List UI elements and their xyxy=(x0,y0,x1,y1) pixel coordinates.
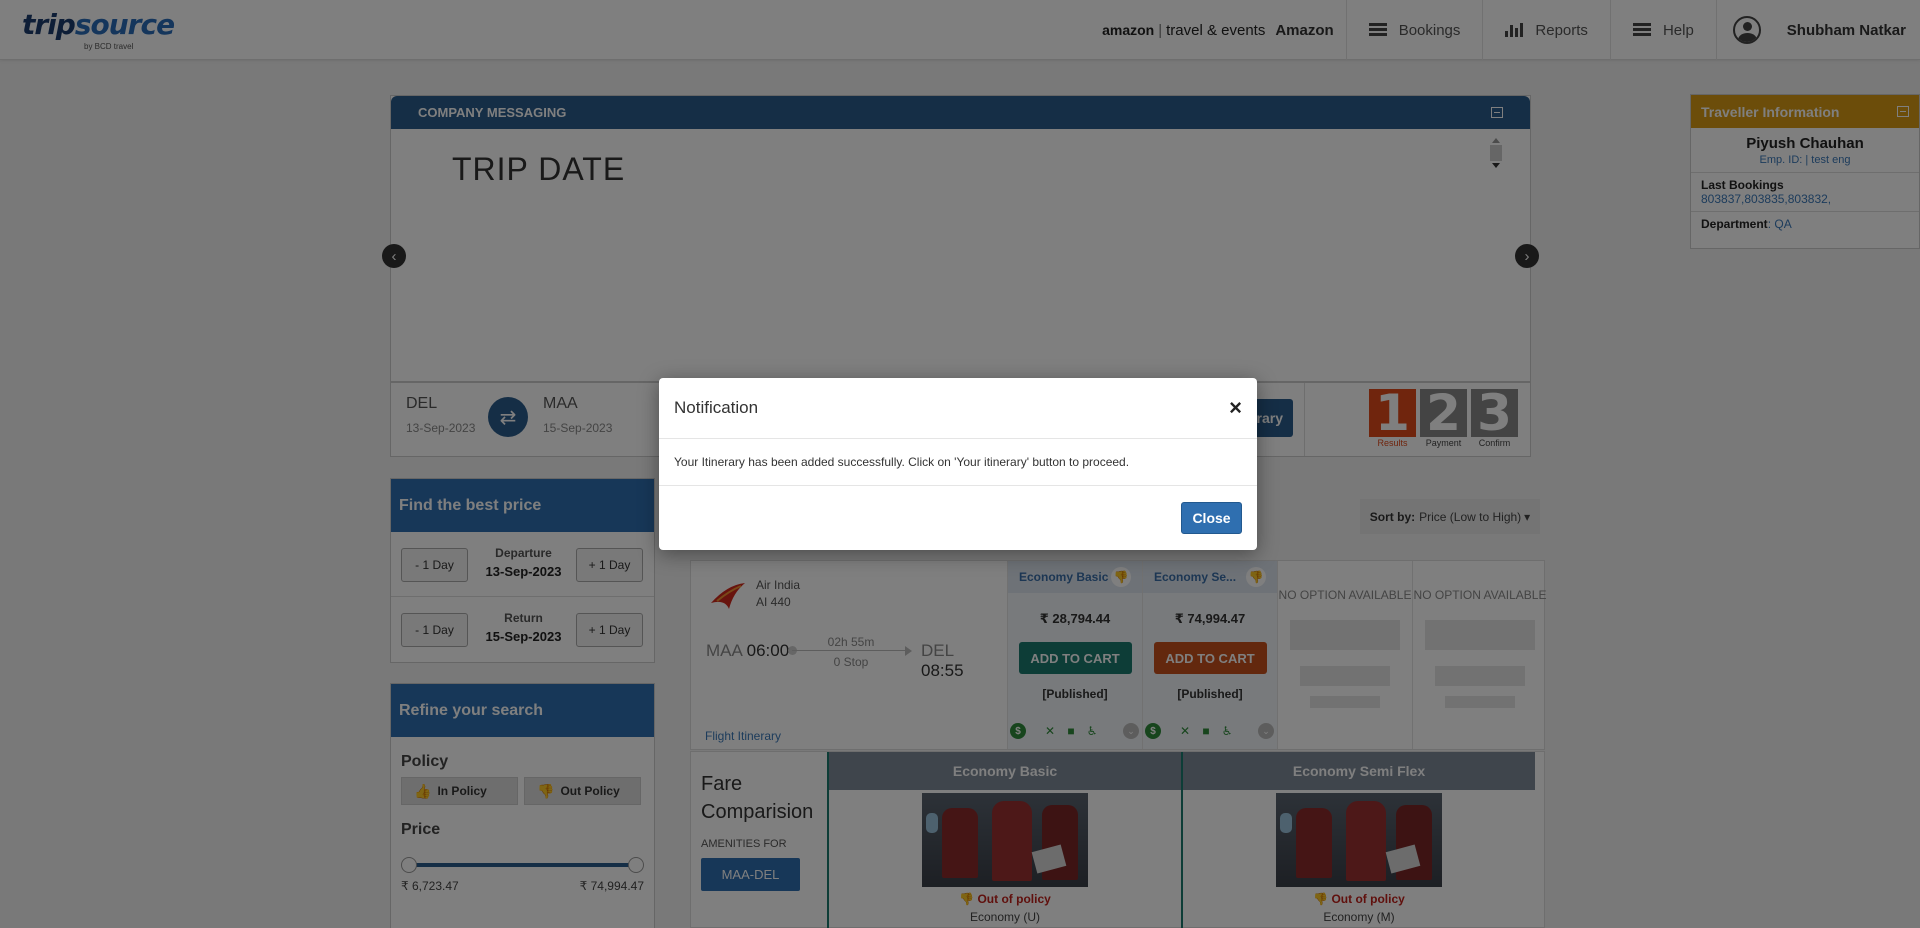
modal-title: Notification xyxy=(674,398,759,417)
notification-modal: Notification × Your Itinerary has been a… xyxy=(659,378,1257,550)
modal-message: Your Itinerary has been added successful… xyxy=(659,439,1257,486)
close-icon[interactable]: × xyxy=(1229,397,1242,419)
close-button[interactable]: Close xyxy=(1181,502,1242,534)
